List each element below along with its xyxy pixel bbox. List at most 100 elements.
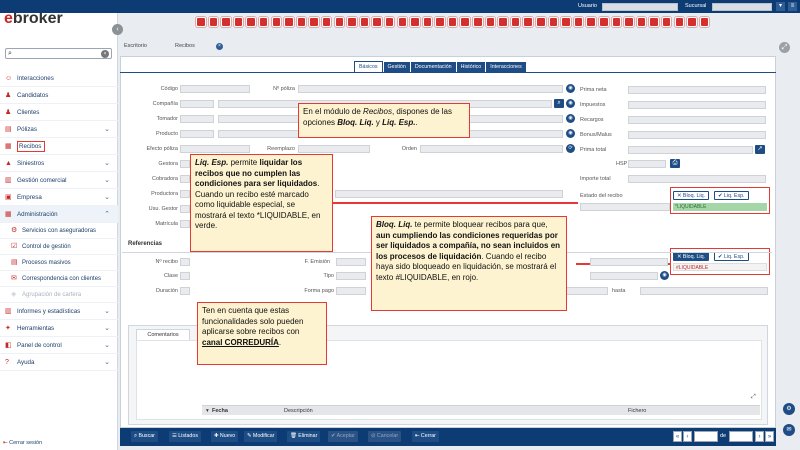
sucursal-field[interactable] (712, 2, 772, 11)
quick-access-icon[interactable] (523, 17, 533, 27)
forma-pago-field[interactable] (336, 287, 366, 295)
cobradora-field[interactable] (180, 175, 190, 183)
quick-access-icon[interactable] (599, 17, 609, 27)
bloq-liq-button-2[interactable]: ✕ Bloq. Liq. (673, 252, 710, 261)
settings-icon[interactable]: ≡ (788, 2, 797, 11)
sidebar-item-servicios-con-aseguradoras[interactable]: ⚙ Servicios con aseguradoras (0, 223, 118, 239)
clase-field[interactable] (180, 272, 190, 280)
orden-field[interactable] (420, 145, 563, 153)
prima-neta-field[interactable] (628, 86, 766, 94)
cerrar-button[interactable]: ⇤ Cerrar (412, 431, 439, 442)
quick-access-icon[interactable] (447, 17, 458, 27)
codigo-field[interactable] (180, 85, 250, 93)
quick-access-icon[interactable] (561, 17, 571, 27)
chevron-down-icon[interactable]: ⌄ (104, 354, 110, 371)
modificar-button[interactable]: ✎ Modificar (244, 431, 278, 442)
gestora-field[interactable] (180, 160, 190, 168)
col-descripcion[interactable]: Descripción (284, 408, 313, 414)
search-compania-icon[interactable]: ⌕ (554, 99, 564, 108)
view-poliza-icon[interactable]: ◉ (566, 84, 575, 93)
sidebar-item-pólizas[interactable]: ▤ Pólizas ⌄ (0, 121, 118, 138)
productora-name-field[interactable] (335, 190, 563, 198)
sidebar-item-control-de-gestión[interactable]: ☑ Control de gestión (0, 239, 118, 255)
quick-access-icon[interactable] (548, 17, 559, 27)
listados-button[interactable]: ☰ Listados (169, 431, 201, 442)
sidebar-item-ayuda[interactable]: ? Ayuda ⌄ (0, 354, 118, 371)
estado-recibo-field[interactable] (580, 203, 670, 211)
liq-esp-button-1[interactable]: ✔ Liq. Esp. (714, 191, 749, 200)
chevron-down-icon[interactable]: ⌄ (104, 320, 110, 337)
sidebar-item-siniestros[interactable]: ▲ Siniestros ⌄ (0, 155, 118, 172)
view-compania-icon[interactable]: ◉ (566, 99, 575, 108)
page-input[interactable] (694, 431, 718, 442)
sidebar-item-panel-de-control[interactable]: ◧ Panel de control ⌄ (0, 337, 118, 354)
quick-access-icon[interactable] (296, 17, 307, 27)
last-page-button[interactable]: » (765, 431, 774, 442)
hasta-field[interactable] (640, 287, 768, 295)
chat-icon[interactable]: ✉ (783, 424, 795, 436)
quick-access-icon[interactable] (510, 17, 521, 27)
sidebar-item-empresa[interactable]: ▣ Empresa ⌄ (0, 189, 118, 206)
chevron-down-icon[interactable]: ⌄ (104, 155, 110, 172)
reemplazo-field[interactable] (298, 145, 370, 153)
producto-code-field[interactable] (180, 130, 214, 138)
quick-access-icon[interactable] (536, 17, 546, 27)
liq-esp-button-2[interactable]: ✔ Liq. Esp. (714, 252, 749, 261)
quick-access-icon[interactable] (636, 17, 647, 27)
close-tab-icon[interactable]: × (216, 43, 223, 50)
quick-access-icon[interactable] (674, 17, 685, 27)
quick-access-icon[interactable] (624, 17, 634, 27)
hsp-field[interactable] (628, 160, 666, 168)
sidebar-item-interacciones[interactable]: ☺ Interacciones (0, 70, 118, 87)
quick-access-icon[interactable] (397, 17, 407, 27)
cancelar-button[interactable]: ⊘ Cancelar (368, 431, 402, 442)
tab-comentarios[interactable]: Comentarios (136, 329, 190, 340)
efecto-poliza-field[interactable] (180, 145, 250, 153)
tab-recibos[interactable]: Recibos (175, 43, 195, 49)
chevron-down-icon[interactable]: ⌄ (104, 121, 110, 138)
col-fichero[interactable]: Fichero (628, 408, 646, 414)
impuestos-field[interactable] (628, 101, 766, 109)
quick-access-icon[interactable] (473, 17, 483, 27)
settings-gear-icon[interactable]: ⚙ (783, 403, 795, 415)
quick-access-icon[interactable] (233, 17, 244, 27)
quick-access-icon[interactable] (372, 17, 382, 27)
refresh-orden-icon[interactable]: ⟳ (566, 144, 575, 153)
sidebar-item-procesos-masivos[interactable]: ▤ Procesos masivos (0, 255, 118, 271)
quick-access-icon[interactable] (485, 17, 496, 27)
n-poliza-field[interactable] (298, 85, 563, 93)
quick-access-icon[interactable] (649, 17, 659, 27)
chevron-down-icon[interactable]: ⌄ (104, 189, 110, 206)
quick-access-icon[interactable] (258, 17, 269, 27)
quick-access-icon[interactable] (435, 17, 445, 27)
f-emision-field[interactable] (336, 258, 366, 266)
duracion-field[interactable] (180, 287, 190, 295)
sidebar-item-informes-y-estadísticas[interactable]: ▥ Informes y estadísticas ⌄ (0, 303, 118, 320)
nuevo-button[interactable]: ✚ Nuevo (211, 431, 239, 442)
view-tomador-icon[interactable]: ◉ (566, 114, 575, 123)
quick-access-icon[interactable] (384, 17, 395, 27)
quick-access-icon[interactable] (586, 17, 596, 27)
quick-access-icon[interactable] (611, 17, 622, 27)
sidebar-item-clientes[interactable]: ♟ Clientes (0, 104, 118, 121)
quick-access-icon[interactable] (573, 17, 584, 27)
quick-access-icon[interactable] (208, 17, 219, 27)
prev-page-button[interactable]: ‹ (683, 431, 692, 442)
search-input[interactable]: ⌕ × (5, 48, 112, 59)
print-icon[interactable]: ⎙ (670, 159, 680, 168)
sidebar-item-correspondencia-con-clientes[interactable]: ✉ Correspondencia con clientes (0, 271, 118, 287)
quick-access-icon[interactable] (661, 17, 672, 27)
tipo-extra-field[interactable] (590, 272, 658, 280)
n-recibo-field[interactable] (180, 258, 190, 266)
chevron-up-icon[interactable]: ⌃ (104, 206, 110, 223)
quick-access-icon[interactable] (271, 17, 282, 27)
quick-access-icon[interactable] (410, 17, 420, 27)
ref-extra-field[interactable] (590, 258, 668, 266)
recargos-field[interactable] (628, 116, 766, 124)
quick-access-icon[interactable] (246, 17, 256, 27)
clear-search-icon[interactable]: × (101, 50, 109, 58)
quick-access-icon[interactable] (284, 17, 294, 27)
quick-access-icon[interactable] (422, 17, 433, 27)
maximize-icon[interactable]: ⤢ (779, 42, 790, 53)
quick-access-icon[interactable] (687, 17, 697, 27)
